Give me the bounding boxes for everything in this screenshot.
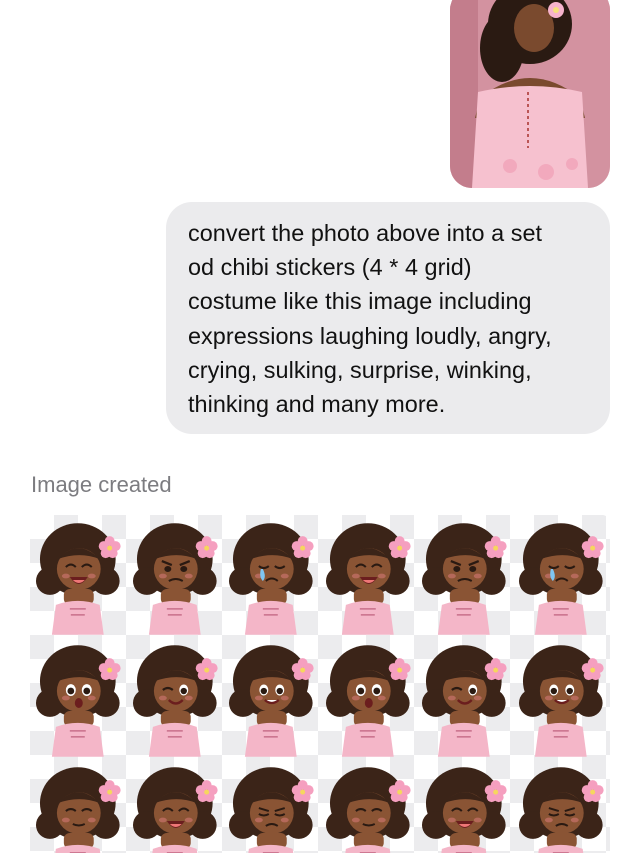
sticker-surprise [30, 641, 127, 757]
photo-thumbnail-icon [450, 0, 610, 188]
generated-sticker-image[interactable] [30, 515, 610, 853]
sticker-laughing [127, 763, 224, 853]
chibi-sticker-icon [132, 645, 218, 757]
prompt-message-text: convert the photo above into a set od ch… [188, 220, 552, 418]
chibi-sticker-icon [422, 523, 507, 635]
chibi-sticker-icon [325, 767, 411, 853]
sticker-sulking [513, 763, 610, 853]
sticker-sulking [223, 763, 320, 853]
chibi-sticker-icon [132, 523, 218, 635]
chibi-sticker-icon [518, 523, 604, 635]
sticker-smiling [223, 641, 320, 757]
chibi-sticker-icon [229, 523, 314, 635]
sticker-crying [513, 519, 610, 635]
chibi-sticker-icon [422, 767, 507, 853]
chibi-sticker-icon [518, 645, 604, 757]
chibi-sticker-icon [35, 767, 121, 853]
chibi-sticker-icon [35, 645, 121, 757]
sticker-thinking [320, 763, 417, 853]
sticker-row [30, 763, 610, 853]
sticker-winking [416, 641, 513, 757]
sticker-crying [223, 519, 320, 635]
chibi-sticker-icon [325, 523, 411, 635]
sticker-angry [416, 519, 513, 635]
sticker-row [30, 519, 610, 635]
sticker-laughing [416, 763, 513, 853]
chibi-sticker-icon [518, 767, 604, 853]
sticker-laughing [320, 519, 417, 635]
image-created-label: Image created [31, 472, 172, 497]
sticker-row [30, 641, 610, 757]
sticker-thinking [30, 763, 127, 853]
sent-photo[interactable] [450, 0, 610, 188]
chibi-sticker-icon [229, 645, 314, 757]
sticker-smiling [513, 641, 610, 757]
chibi-sticker-icon [229, 767, 314, 853]
sticker-winking [127, 641, 224, 757]
chibi-sticker-icon [422, 645, 507, 757]
sticker-angry [127, 519, 224, 635]
chibi-sticker-icon [35, 523, 121, 635]
sticker-laughing [30, 519, 127, 635]
prompt-message-bubble[interactable]: convert the photo above into a set od ch… [166, 202, 610, 434]
chibi-sticker-icon [132, 767, 218, 853]
sticker-surprise [320, 641, 417, 757]
chibi-sticker-icon [325, 645, 411, 757]
